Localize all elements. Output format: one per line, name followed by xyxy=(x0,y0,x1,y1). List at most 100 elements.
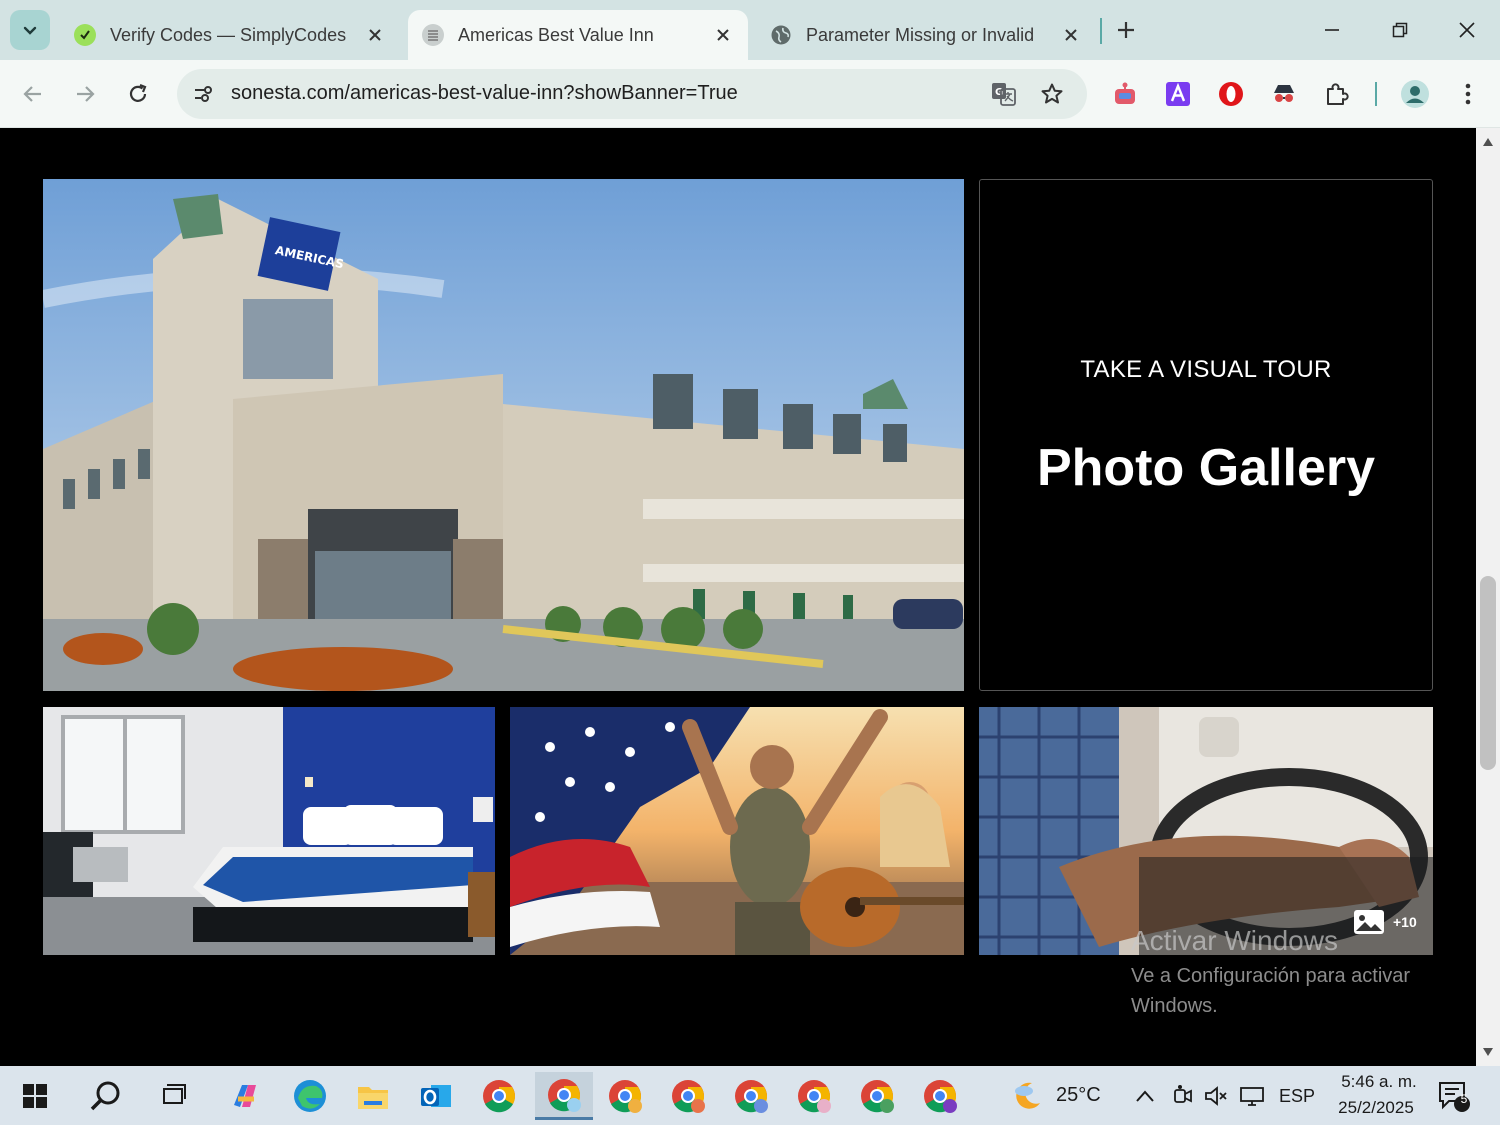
folder-icon xyxy=(358,1087,388,1109)
language-indicator[interactable]: ESP xyxy=(1279,1086,1315,1107)
menu-kebab-icon[interactable] xyxy=(1448,74,1488,114)
tab-strip: Verify Codes — SimplyCodes Americas Best… xyxy=(0,0,1500,60)
clock-time[interactable]: 5:46 a. m. xyxy=(1334,1072,1424,1092)
scroll-up-arrow-icon[interactable] xyxy=(1482,136,1494,148)
chevron-up-icon xyxy=(1136,1090,1154,1102)
forward-button[interactable] xyxy=(65,74,105,114)
opera-extension-icon[interactable] xyxy=(1211,74,1251,114)
start-button[interactable] xyxy=(10,1072,60,1120)
url-text: sonesta.com/americas-best-value-inn?show… xyxy=(231,82,738,104)
weather-moon-icon xyxy=(1015,1082,1040,1109)
chrome-profile-6-taskbar-button[interactable] xyxy=(852,1072,902,1120)
new-tab-button[interactable] xyxy=(1110,14,1142,46)
windows-logo-icon xyxy=(23,1084,47,1108)
tab-separator xyxy=(1100,18,1102,44)
show-hidden-icons-button[interactable] xyxy=(1125,1072,1165,1120)
temperature-text[interactable]: 25°C xyxy=(1056,1084,1101,1107)
close-tab-icon[interactable] xyxy=(712,24,734,46)
windows-activation-watermark: Activar Windows Ve a Configuración para … xyxy=(1131,925,1451,1021)
restore-icon xyxy=(1392,22,1408,38)
chrome-profile-4-taskbar-button[interactable] xyxy=(726,1072,776,1120)
camera-tray-icon[interactable] xyxy=(1165,1072,1199,1120)
simplycodes-icon xyxy=(74,24,96,46)
arrow-left-icon xyxy=(23,86,41,102)
chrome-profile-5-taskbar-button[interactable] xyxy=(789,1072,839,1120)
chevron-down-icon xyxy=(23,26,37,35)
watermark-title: Activar Windows xyxy=(1131,925,1338,956)
search-icon xyxy=(90,1081,120,1111)
close-icon xyxy=(1459,22,1475,38)
reload-icon xyxy=(129,83,147,102)
file-explorer-taskbar-button[interactable] xyxy=(348,1072,398,1120)
globe-icon xyxy=(770,24,792,46)
minimize-icon xyxy=(1325,29,1339,31)
tab-title: Parameter Missing or Invalid xyxy=(806,24,1035,45)
bookmark-star-icon[interactable] xyxy=(1037,79,1067,109)
reload-button[interactable] xyxy=(118,74,158,114)
edge-icon xyxy=(294,1080,326,1112)
watermark-subtitle: Ve a Configuración para activar Windows. xyxy=(1131,965,1411,1017)
chrome-icon xyxy=(798,1080,831,1113)
chrome-icon xyxy=(548,1078,581,1112)
tab-title: Americas Best Value Inn xyxy=(458,24,654,45)
browser-toolbar: sonesta.com/americas-best-value-inn?show… xyxy=(0,60,1500,128)
minimize-button[interactable] xyxy=(1312,10,1352,50)
notification-count: 5 xyxy=(1460,1092,1468,1106)
search-button[interactable] xyxy=(80,1072,130,1120)
a-extension-icon[interactable] xyxy=(1158,74,1198,114)
translate-icon[interactable]: G xyxy=(989,79,1019,109)
chrome-icon xyxy=(672,1080,705,1113)
outlook-taskbar-button[interactable] xyxy=(411,1072,461,1120)
close-tab-icon[interactable] xyxy=(1060,24,1082,46)
hotel-room-image[interactable] xyxy=(43,707,495,955)
tab-search-button[interactable] xyxy=(10,10,50,50)
site-info-icon[interactable] xyxy=(189,79,219,109)
tour-kicker: TAKE A VISUAL TOUR xyxy=(1080,356,1332,383)
tab-title: Verify Codes — SimplyCodes xyxy=(110,24,347,45)
chrome-profile-1-taskbar-button[interactable] xyxy=(535,1072,593,1120)
network-icon[interactable] xyxy=(1234,1072,1270,1120)
copilot-icon xyxy=(234,1085,256,1107)
close-tab-icon[interactable] xyxy=(364,24,386,46)
puzzle-extensions-icon[interactable] xyxy=(1317,74,1357,114)
page-scrollbar[interactable] xyxy=(1476,128,1500,1066)
windows-taskbar: 25°C ESP 5:46 a. m. 25/2/2025 5 xyxy=(0,1066,1500,1125)
chrome-profile-7-taskbar-button[interactable] xyxy=(915,1072,965,1120)
chrome-profile-2-taskbar-button[interactable] xyxy=(600,1072,650,1120)
chrome-profile-3-taskbar-button[interactable] xyxy=(663,1072,713,1120)
task-view-button[interactable] xyxy=(150,1072,200,1120)
weather-widget[interactable] xyxy=(1002,1072,1052,1120)
beach-flag-image[interactable] xyxy=(510,707,964,955)
restore-button[interactable] xyxy=(1380,10,1420,50)
profile-avatar-icon[interactable] xyxy=(1395,74,1435,114)
chrome-icon xyxy=(483,1080,515,1113)
clock-date[interactable]: 25/2/2025 xyxy=(1331,1098,1421,1118)
copilot-taskbar-button[interactable] xyxy=(220,1072,270,1120)
notifications-button[interactable]: 5 xyxy=(1432,1072,1476,1120)
sonesta-icon xyxy=(422,24,444,46)
task-view-icon xyxy=(163,1084,186,1104)
chrome-icon xyxy=(609,1080,642,1113)
tab-americas-best-value-inn[interactable]: Americas Best Value Inn xyxy=(408,10,748,60)
address-bar[interactable]: sonesta.com/americas-best-value-inn?show… xyxy=(177,69,1087,119)
page-content: AMERICAS TAKE A VISUAL TOUR Photo Galler… xyxy=(0,128,1476,1066)
edge-taskbar-button[interactable] xyxy=(285,1072,335,1120)
robot-extension-icon[interactable] xyxy=(1105,74,1145,114)
arrow-right-icon xyxy=(77,86,95,102)
tab-parameter-missing[interactable]: Parameter Missing or Invalid xyxy=(756,10,1096,60)
close-window-button[interactable] xyxy=(1447,10,1487,50)
volume-muted-icon[interactable] xyxy=(1199,1072,1233,1120)
hotel-exterior-image[interactable]: AMERICAS xyxy=(43,179,964,691)
plus-icon xyxy=(1118,22,1134,38)
incognito-extension-icon[interactable] xyxy=(1264,74,1304,114)
chrome-icon xyxy=(861,1080,894,1113)
chrome-icon xyxy=(924,1080,957,1113)
visual-tour-panel[interactable]: TAKE A VISUAL TOUR Photo Gallery xyxy=(979,179,1433,691)
chrome-icon xyxy=(735,1080,768,1113)
scrollbar-thumb[interactable] xyxy=(1480,576,1496,770)
tab-simplycodes[interactable]: Verify Codes — SimplyCodes xyxy=(60,10,400,60)
scroll-down-arrow-icon[interactable] xyxy=(1482,1046,1494,1058)
chrome-taskbar-button[interactable] xyxy=(474,1072,524,1120)
back-button[interactable] xyxy=(13,74,53,114)
outlook-icon xyxy=(421,1085,451,1107)
